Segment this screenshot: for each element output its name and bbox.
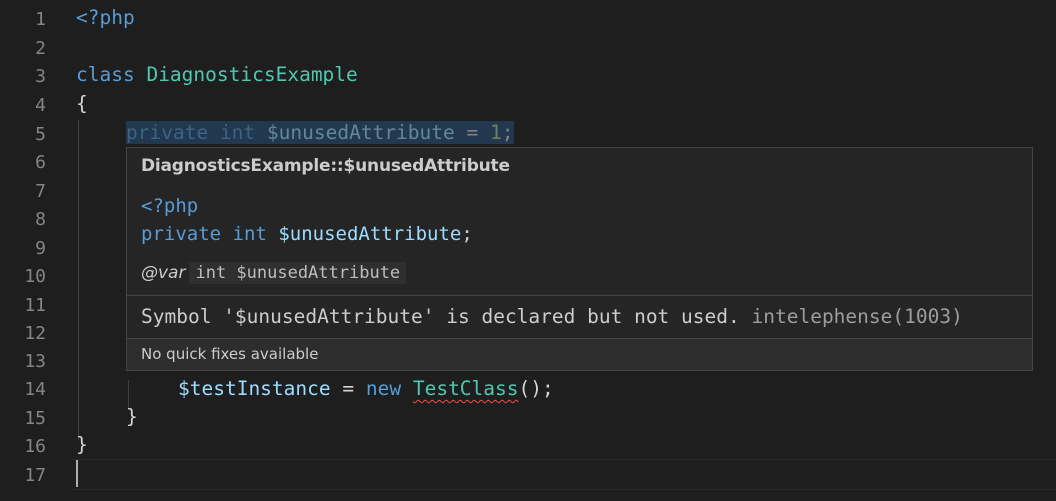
code-line: private int $unusedAttribute = 1; [0,118,1056,147]
hover-tooltip: DiagnosticsExample::$unusedAttribute <?p… [126,147,1033,371]
code-line: } [0,430,1056,459]
code-editor[interactable]: 1 2 3 4 5 6 7 8 9 10 11 12 13 14 15 16 1… [0,0,1056,501]
line-number: 6 [35,152,46,173]
line-number: 9 [35,238,46,259]
line-number: 10 [24,266,46,287]
code-line: <?php [0,3,1056,32]
var-doc-tag: @var [141,263,186,283]
diagnostic-source[interactable]: intelephense(1003) [752,305,963,328]
line-number: 12 [24,323,46,344]
private-keyword: private [126,121,209,144]
hover-private-keyword: private [141,223,222,245]
int-keyword: int [219,121,256,144]
code-line: { [0,89,1056,118]
undefined-class-error[interactable]: TestClass [413,377,519,400]
var-doc-type: int $unusedAttribute [189,262,407,284]
code-line: $testInstance = new TestClass(); [0,374,1056,403]
hover-php-tag: <?php [141,195,199,217]
php-open-tag: <?php [76,6,135,29]
call-parens: (); [518,377,554,400]
line-number: 17 [24,465,46,486]
text-cursor [76,460,78,487]
class-name: DiagnosticsExample [146,63,358,86]
hover-title: DiagnosticsExample::$unusedAttribute [141,156,510,176]
class-keyword: class [76,63,135,86]
current-line-highlight [72,459,1056,490]
line-number: 7 [35,181,46,202]
hover-int-keyword: int [232,223,267,245]
assign-operator: = [454,121,490,144]
code-line: class DiagnosticsExample [0,60,1056,89]
line-number: 8 [35,209,46,230]
line-number: 2 [35,38,46,59]
open-brace: { [76,92,88,115]
close-brace: } [126,405,138,428]
close-brace: } [76,433,88,456]
hover-variable: $unusedAttribute [278,223,462,245]
divider [127,295,1032,296]
quick-fix-status-bar: No quick fixes available [127,339,1032,370]
assign-operator: = [330,377,366,400]
code-line: } [0,402,1056,431]
new-keyword: new [365,377,402,400]
hover-semicolon: ; [461,223,473,245]
quick-fix-status: No quick fixes available [141,345,319,363]
line-number: 11 [24,295,46,316]
number-literal: 1 [490,121,502,144]
semicolon: ; [501,121,514,144]
diagnostic-message: Symbol '$unusedAttribute' is declared bu… [141,305,740,328]
line-number: 13 [24,351,46,372]
unused-attribute-variable[interactable]: $unusedAttribute [267,121,455,144]
test-instance-variable: $testInstance [178,377,331,400]
